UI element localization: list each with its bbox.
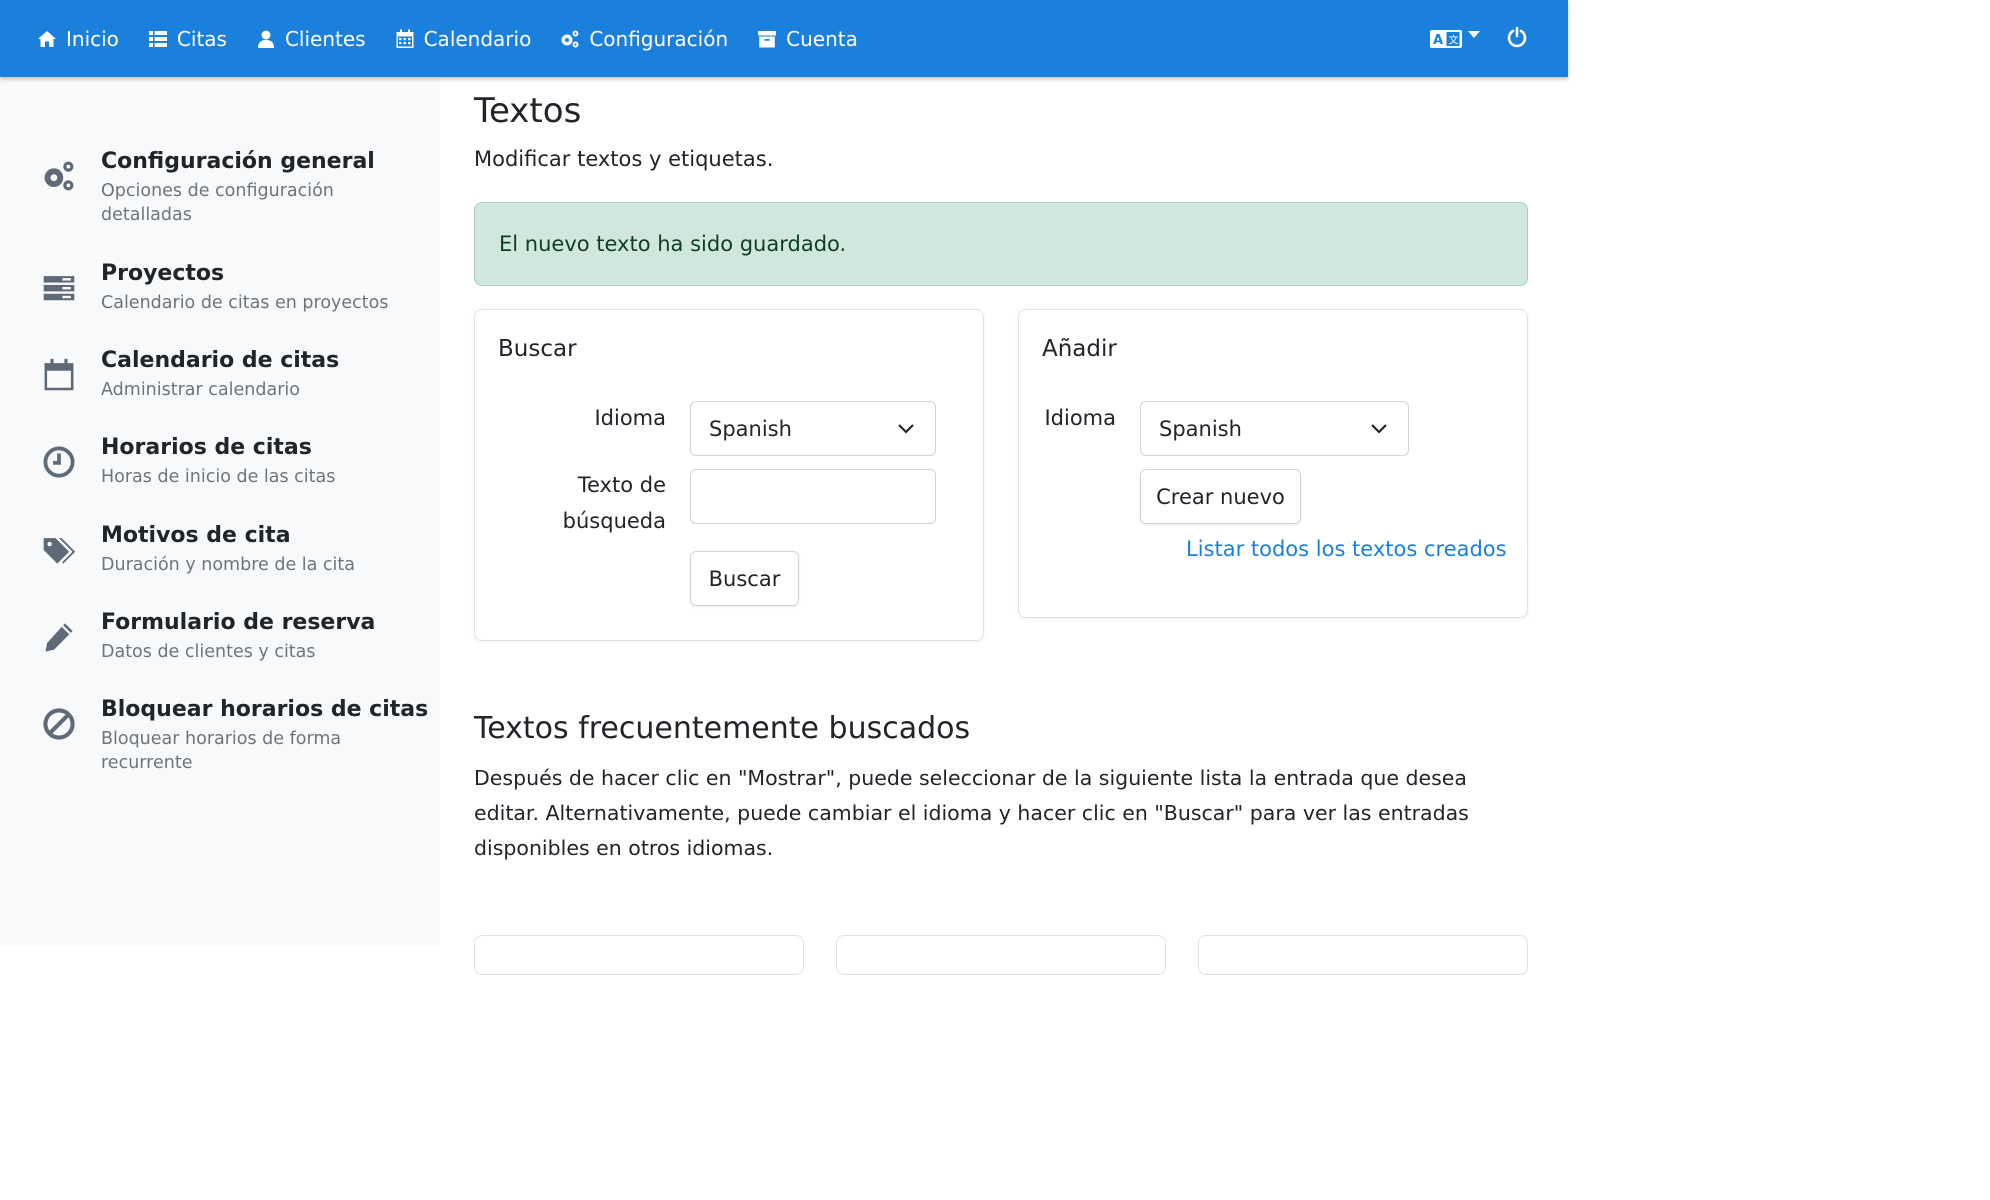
sidebar-item-subtitle: Datos de clientes y citas — [101, 642, 316, 662]
calendar-icon — [42, 358, 78, 394]
search-card-title: Buscar — [498, 336, 577, 362]
sidebar-item-subtitle: Administrar calendario — [101, 380, 300, 400]
add-language-label: Idioma — [1044, 406, 1116, 430]
sidebar-item-title: Horarios de citas — [101, 435, 312, 460]
nav-citas[interactable]: Citas — [147, 27, 227, 51]
chevron-down-icon — [1468, 31, 1480, 38]
search-language-label: Idioma — [594, 406, 666, 430]
nav-right: A 文 — [1430, 0, 1528, 77]
top-navbar: Inicio Citas Clientes Calendario Configu… — [0, 0, 1568, 77]
nav-label: Calendario — [423, 26, 532, 51]
svg-text:文: 文 — [1449, 33, 1459, 46]
pencil-icon — [42, 620, 78, 656]
frequent-texts-description: Después de hacer clic en "Mostrar", pued… — [474, 766, 1469, 860]
home-icon — [36, 28, 58, 50]
language-icon: A 文 — [1430, 29, 1462, 48]
tags-icon — [42, 533, 78, 569]
nav-cuenta[interactable]: Cuenta — [756, 27, 858, 51]
select-value: Spanish — [709, 416, 792, 441]
nav-clientes[interactable]: Clientes — [255, 27, 366, 51]
nav-inicio[interactable]: Inicio — [36, 27, 119, 51]
search-text-label: Texto de búsqueda — [475, 467, 666, 539]
search-card: Buscar Idioma Spanish Texto de búsqueda … — [474, 309, 984, 641]
frequent-text-card — [474, 935, 804, 975]
sidebar-item-block-times[interactable]: Bloquear horarios de citas Bloquear hora… — [42, 697, 428, 777]
calendar-icon — [394, 28, 416, 50]
nav-label: Cuenta — [786, 26, 858, 51]
frequent-texts-title: Textos frecuentemente buscados — [474, 711, 971, 746]
sidebar-item-subtitle: Duración y nombre de la cita — [101, 555, 355, 575]
sidebar-item-title: Proyectos — [101, 261, 225, 286]
search-language-select[interactable]: Spanish — [690, 401, 936, 456]
search-text-label-line1: Texto de — [577, 473, 666, 497]
nav-label: Configuración — [589, 26, 729, 51]
search-button[interactable]: Buscar — [690, 551, 799, 606]
sidebar-item-projects[interactable]: Proyectos Calendario de citas en proyect… — [42, 261, 402, 321]
add-card: Añadir Idioma Spanish Crear nuevo Listar… — [1018, 309, 1528, 618]
chevron-down-icon — [898, 424, 914, 434]
nav-label: Citas — [176, 26, 227, 51]
page-title: Textos — [474, 91, 582, 131]
nav-calendario[interactable]: Calendario — [394, 26, 532, 51]
settings-sidebar: Configuración general Opciones de config… — [0, 77, 440, 946]
user-icon — [255, 28, 277, 50]
success-alert: El nuevo texto ha sido guardado. — [474, 202, 1528, 286]
select-value: Spanish — [1159, 416, 1242, 441]
gears-icon — [559, 28, 581, 50]
sidebar-item-booking-form[interactable]: Formulario de reserva Datos de clientes … — [42, 610, 402, 670]
sidebar-item-subtitle: Bloquear horarios de forma recurrente — [101, 729, 342, 773]
list-icon — [147, 28, 169, 50]
add-card-title: Añadir — [1042, 336, 1117, 362]
sidebar-item-title: Calendario de citas — [101, 348, 340, 373]
alert-message: El nuevo texto ha sido guardado. — [499, 232, 847, 256]
gears-icon — [42, 159, 78, 195]
list-all-texts-link[interactable]: Listar todos los textos creados — [1186, 537, 1507, 561]
power-icon — [1507, 26, 1527, 47]
frequent-text-card — [836, 935, 1166, 975]
sidebar-item-subtitle: Opciones de configuración detalladas — [101, 181, 334, 225]
create-new-button[interactable]: Crear nuevo — [1140, 469, 1301, 524]
search-text-label-line2: búsqueda — [562, 509, 666, 533]
nav-configuracion[interactable]: Configuración — [559, 27, 728, 51]
sidebar-item-subtitle: Calendario de citas en proyectos — [101, 293, 389, 313]
server-icon — [42, 271, 78, 307]
language-dropdown[interactable]: A 文 — [1430, 29, 1480, 49]
sidebar-item-title: Formulario de reserva — [101, 610, 376, 635]
sidebar-item-appointment-calendar[interactable]: Calendario de citas Administrar calendar… — [42, 348, 402, 408]
sidebar-item-title: Configuración general — [101, 149, 375, 174]
frequent-text-card — [1198, 935, 1528, 975]
nav-label: Clientes — [284, 26, 366, 51]
sidebar-item-general-settings[interactable]: Configuración general Opciones de config… — [42, 149, 402, 229]
svg-text:A: A — [1433, 33, 1443, 48]
sidebar-item-title: Motivos de cita — [101, 523, 291, 548]
sidebar-item-appointment-reasons[interactable]: Motivos de cita Duración y nombre de la … — [42, 523, 402, 583]
page-subtitle: Modificar textos y etiquetas. — [474, 147, 774, 171]
search-text-input[interactable] — [690, 469, 936, 524]
logout-button[interactable] — [1506, 26, 1528, 52]
add-language-select[interactable]: Spanish — [1140, 401, 1409, 456]
nav-label: Inicio — [66, 26, 119, 51]
sidebar-item-subtitle: Horas de inicio de las citas — [101, 467, 336, 487]
sidebar-item-title: Bloquear horarios de citas — [101, 697, 429, 722]
archive-icon — [756, 28, 778, 50]
chevron-down-icon — [1371, 424, 1387, 434]
sidebar-item-appointment-times[interactable]: Horarios de citas Horas de inicio de las… — [42, 435, 402, 495]
ban-icon — [42, 707, 78, 743]
clock-icon — [42, 445, 78, 481]
